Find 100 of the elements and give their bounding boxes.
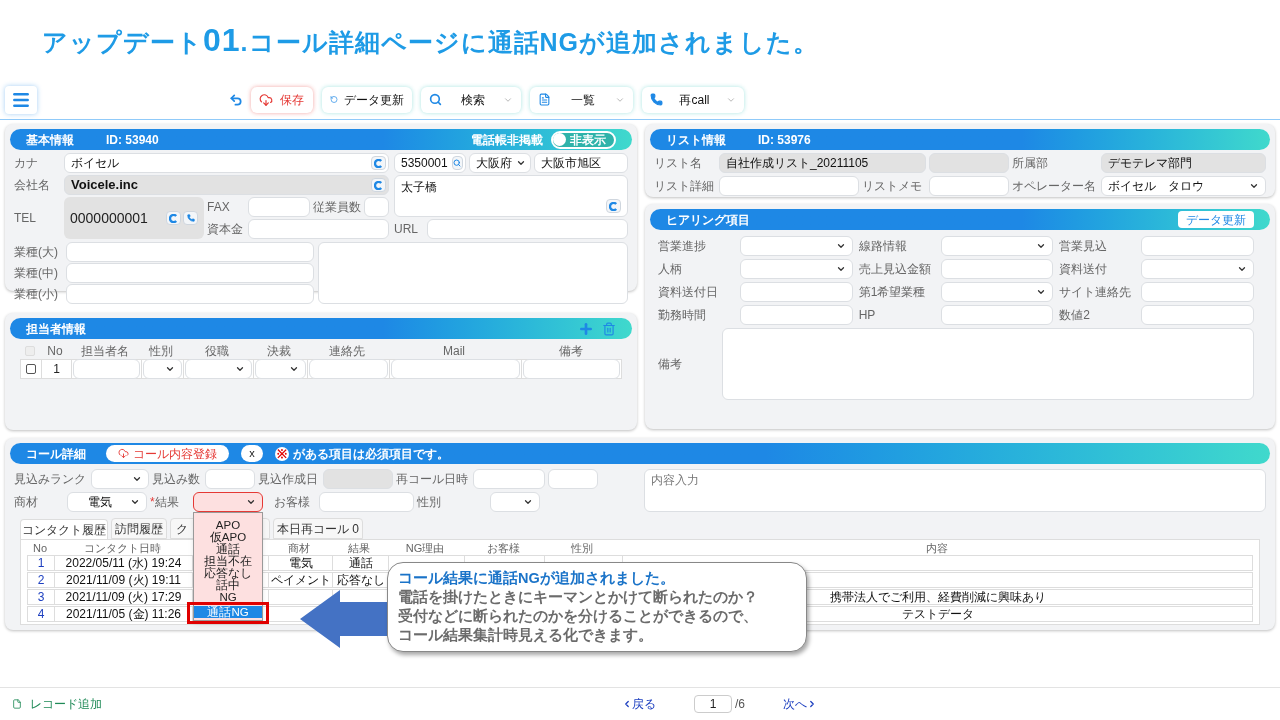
dropdown-option[interactable]: 担当不在 — [194, 555, 262, 567]
phone-number-field[interactable]: 0000000001 — [64, 197, 204, 239]
input-field[interactable]: Voicele.inc — [64, 175, 389, 195]
input-field[interactable] — [929, 176, 1009, 196]
dropdown-option[interactable]: 通話 — [194, 543, 262, 555]
add-icon[interactable] — [578, 320, 594, 337]
input-field[interactable] — [66, 284, 314, 304]
input-field[interactable] — [205, 469, 255, 489]
chevron-down-icon — [132, 474, 142, 484]
c-button[interactable] — [371, 178, 386, 192]
input-field[interactable] — [740, 281, 853, 302]
input-field[interactable] — [473, 469, 545, 489]
input-field[interactable] — [391, 359, 520, 379]
input-field[interactable] — [364, 197, 389, 217]
field-label: 再コール日時 — [396, 471, 469, 488]
input-field[interactable] — [248, 219, 389, 239]
input-field[interactable] — [427, 219, 628, 239]
select-field[interactable] — [740, 235, 853, 256]
tab[interactable]: 本日再コール 0 — [273, 518, 363, 539]
select-field[interactable] — [490, 492, 540, 512]
result-select[interactable] — [193, 492, 263, 512]
tab[interactable]: コンタクト履歴 — [20, 519, 108, 540]
input-field[interactable] — [548, 469, 598, 489]
input-field[interactable] — [66, 263, 314, 283]
input-field[interactable] — [523, 359, 620, 379]
c-shape-icon — [374, 158, 383, 168]
row-link[interactable]: 2 — [37, 573, 45, 587]
menu-button[interactable] — [5, 85, 37, 114]
checkbox[interactable] — [26, 364, 36, 374]
input-field[interactable]: 自社作成リスト_20211105 — [719, 153, 926, 173]
data-update-button[interactable]: データ更新 — [1178, 211, 1254, 228]
trash-icon[interactable] — [602, 321, 616, 336]
input-field[interactable] — [1141, 235, 1254, 256]
address-field[interactable]: 太子橋 — [394, 175, 628, 217]
content-input-field[interactable]: 内容入力 — [644, 469, 1266, 512]
toolbar-button[interactable]: 一覧 — [530, 86, 633, 113]
input-field[interactable] — [719, 176, 859, 196]
page-number-field[interactable]: 1 — [694, 695, 732, 713]
column-header: No — [32, 540, 48, 556]
toolbar-button[interactable]: データ更新 — [322, 86, 412, 113]
select-field[interactable] — [91, 469, 149, 489]
tab[interactable]: 訪問履歴 — [111, 518, 167, 539]
input-field[interactable] — [319, 492, 414, 512]
input-field[interactable] — [309, 359, 388, 379]
select-field[interactable] — [1141, 258, 1254, 279]
dropdown-option[interactable]: 仮APO — [194, 531, 262, 543]
input-field[interactable] — [73, 359, 140, 379]
add-record-link[interactable]: レコード追加 — [12, 695, 102, 713]
remarks-field[interactable] — [722, 328, 1254, 400]
field-label: TEL — [14, 210, 37, 227]
c-shape-icon — [374, 180, 383, 190]
postal-search-button[interactable] — [451, 156, 463, 170]
field-label: 業種(大) — [14, 244, 59, 261]
select-field[interactable]: 電気 — [67, 492, 147, 512]
row-link[interactable]: 1 — [37, 556, 45, 570]
toolbar-button[interactable]: 保存 — [251, 86, 313, 113]
field-label: 性別 — [417, 494, 442, 511]
call-button[interactable] — [183, 211, 198, 225]
input-field[interactable] — [248, 197, 310, 217]
input-field[interactable] — [940, 258, 1054, 279]
select-field[interactable] — [143, 359, 182, 379]
chevron-down-icon — [289, 364, 299, 374]
row-link[interactable]: 3 — [37, 590, 45, 604]
c-button[interactable] — [166, 211, 181, 225]
select-field[interactable] — [940, 281, 1054, 302]
select-field[interactable] — [740, 258, 853, 279]
prev-page-link[interactable]: 戻る — [622, 695, 656, 713]
memo-field[interactable] — [318, 242, 628, 304]
c-button[interactable] — [606, 199, 621, 213]
input-field[interactable] — [1141, 281, 1254, 302]
register-call-button[interactable]: コール内容登録 — [106, 445, 229, 462]
toolbar-button[interactable]: 再call — [642, 86, 744, 113]
input-field[interactable]: ボイセル — [64, 153, 389, 173]
column-header: 商材 — [288, 540, 310, 556]
undo-icon[interactable] — [229, 92, 243, 107]
column-header: No — [47, 342, 63, 360]
row-link[interactable]: 4 — [37, 607, 45, 621]
input-field[interactable]: 5350001 — [394, 153, 466, 173]
input-field[interactable] — [66, 242, 314, 262]
input-field[interactable] — [740, 304, 853, 325]
c-button[interactable] — [371, 156, 386, 170]
input-field[interactable] — [940, 304, 1054, 325]
column-header: 性別 — [571, 540, 593, 556]
dropdown-option[interactable]: NG — [194, 591, 262, 603]
select-field[interactable] — [255, 359, 306, 379]
next-page-link[interactable]: 次へ — [783, 695, 817, 713]
select-field[interactable] — [185, 359, 252, 379]
dropdown-option[interactable]: 応答なし — [194, 567, 262, 579]
dropdown-option[interactable]: 通話NG — [194, 606, 262, 618]
input-field[interactable]: デモテレマ部門 — [1101, 153, 1266, 173]
select-field[interactable]: ボイセル タロウ — [1101, 176, 1266, 196]
input-field[interactable]: 大阪市旭区 — [534, 153, 628, 173]
dropdown-option[interactable]: 話中 — [194, 579, 262, 591]
dropdown-option[interactable]: APO — [194, 519, 262, 531]
input-field[interactable] — [1141, 304, 1254, 325]
select-field[interactable] — [940, 235, 1054, 256]
close-button[interactable]: x — [241, 445, 263, 462]
toolbar-button[interactable]: 検索 — [421, 86, 521, 113]
select-field[interactable]: 大阪府 — [469, 153, 531, 173]
field-label: 従業員数 — [313, 199, 361, 216]
